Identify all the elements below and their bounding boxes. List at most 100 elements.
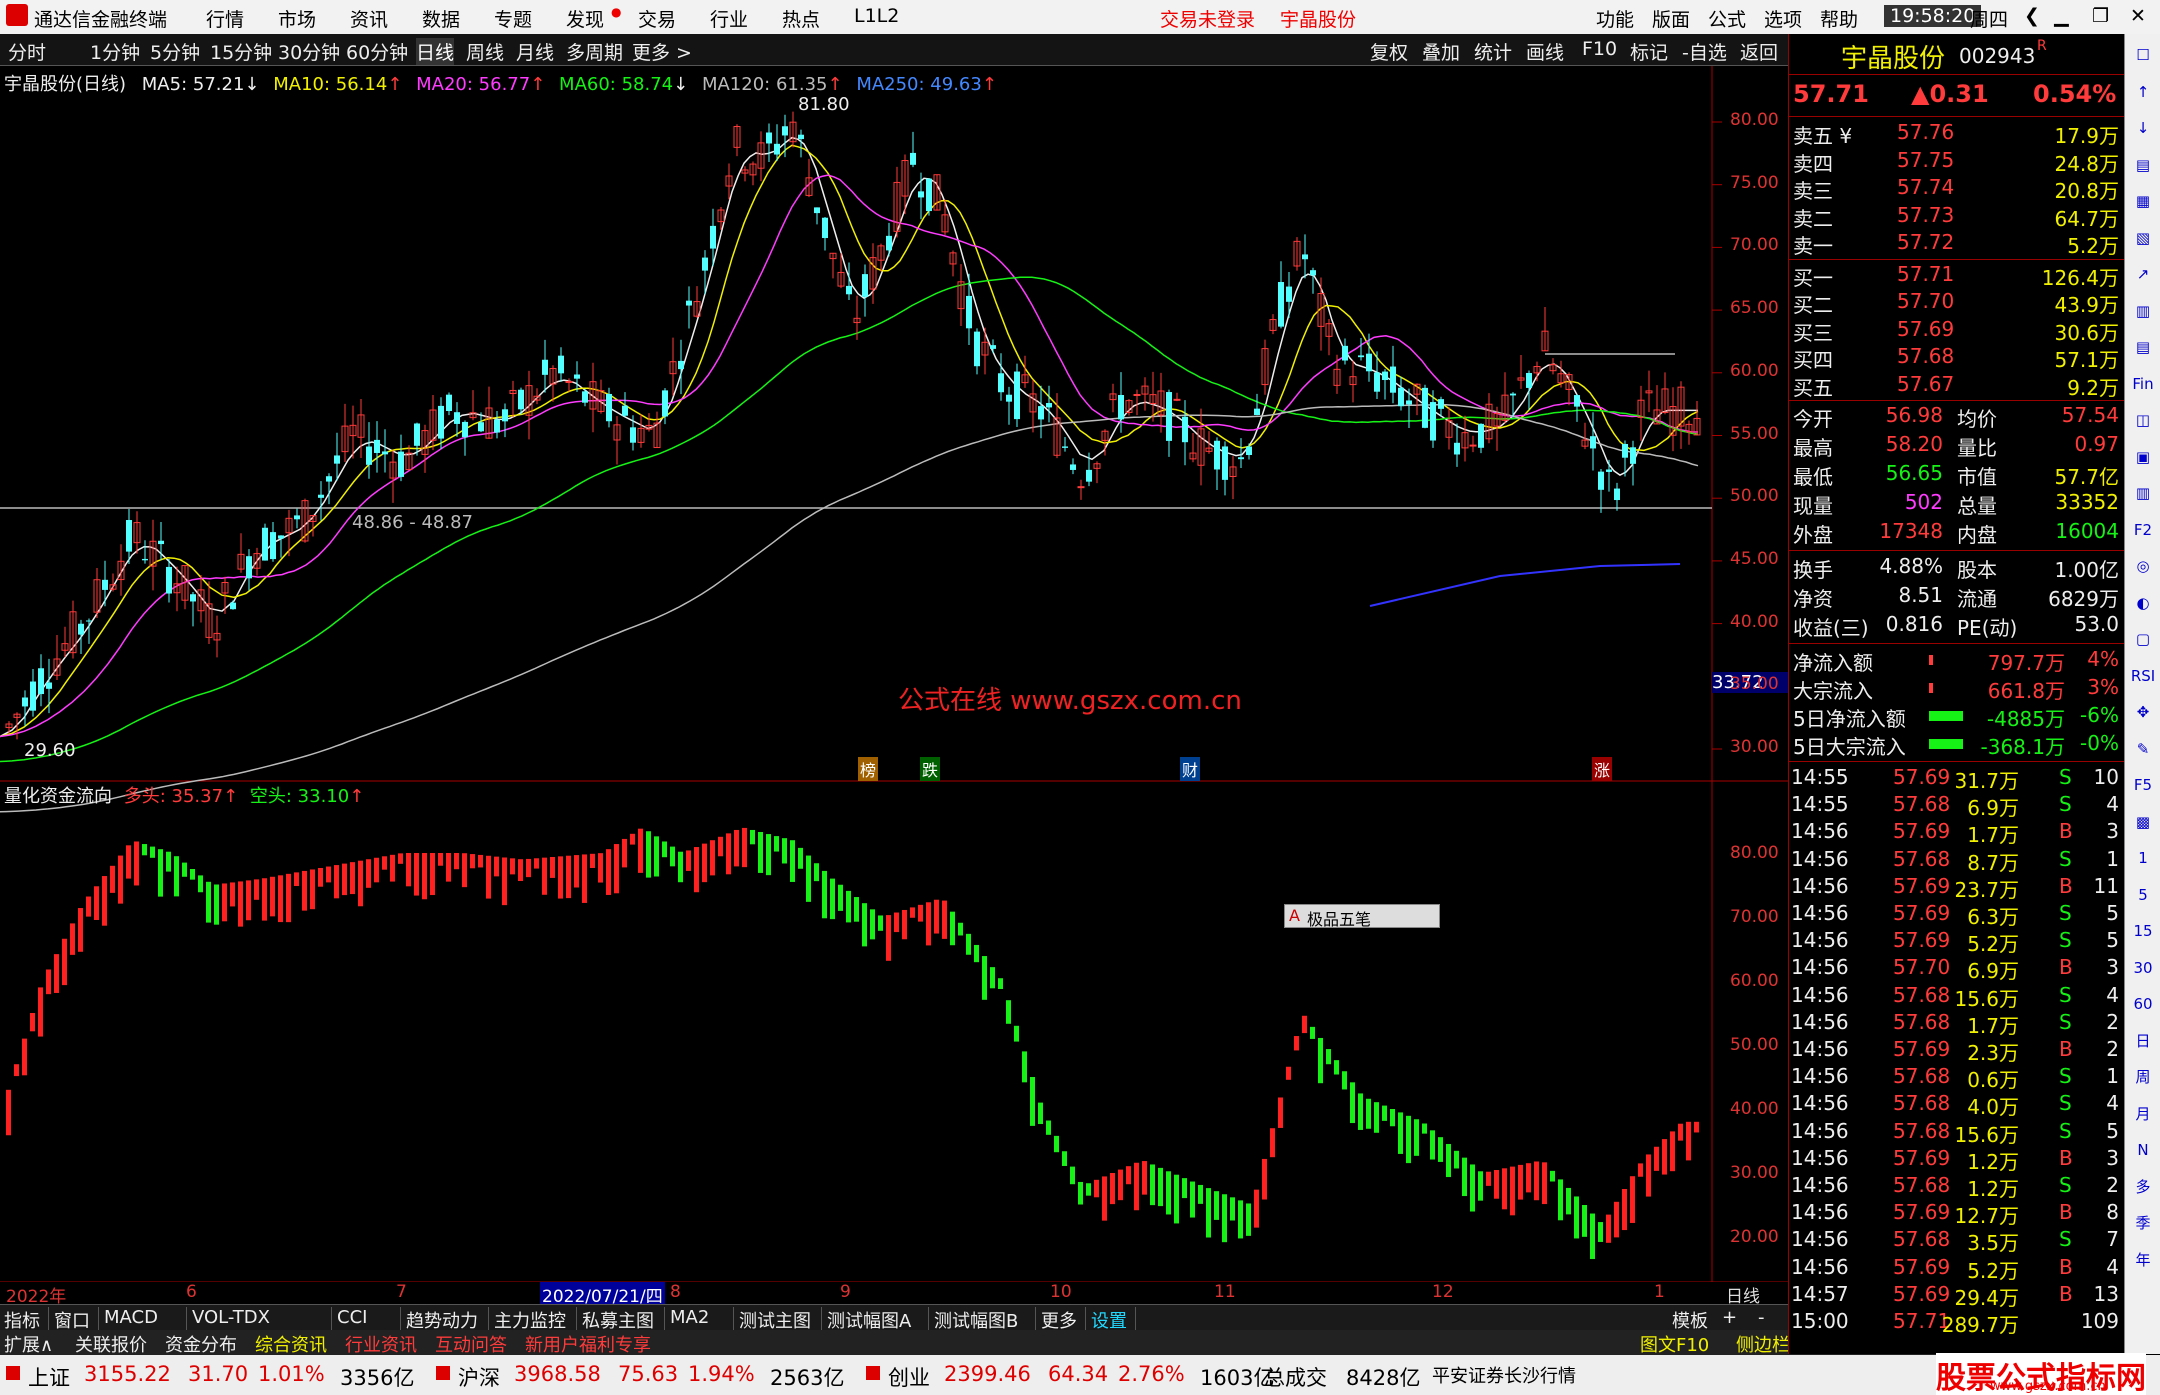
side-tab[interactable]: 图文F10 <box>1640 1331 1709 1357</box>
sidebar-tool-icon[interactable]: ▣ <box>2129 442 2157 472</box>
period-fenshi[interactable]: 分时 <box>8 38 46 65</box>
btn-huaxian[interactable]: 画线 <box>1526 38 1564 65</box>
sidebar-tool-icon[interactable]: 60 <box>2129 989 2157 1019</box>
index-name[interactable]: 沪深 <box>458 1362 500 1392</box>
sidebar-tool-icon[interactable]: Fin <box>2129 369 2157 399</box>
period-month[interactable]: 月线 <box>516 38 554 65</box>
bid-row[interactable]: 买四 57.68 57.1万 <box>1789 344 2125 372</box>
period-15min[interactable]: 15分钟 <box>210 38 272 65</box>
close-icon[interactable]: ✕ <box>2130 5 2146 27</box>
sidebar-tool-icon[interactable]: 年 <box>2129 1245 2157 1275</box>
sidebar-tool-icon[interactable]: N <box>2129 1135 2157 1165</box>
extension-tab[interactable]: 扩展∧ <box>4 1331 53 1357</box>
sidebar-tool-icon[interactable]: 15 <box>2129 916 2157 946</box>
period-week[interactable]: 周线 <box>466 38 504 65</box>
btn-biaoji[interactable]: 标记 <box>1630 38 1668 65</box>
btn-tongji[interactable]: 统计 <box>1474 38 1512 65</box>
event-marker-cai[interactable]: 财 <box>1180 757 1201 781</box>
event-marker-die[interactable]: 跌 <box>920 757 941 781</box>
sidebar-tool-icon[interactable]: ◎ <box>2129 551 2157 581</box>
ask-row[interactable]: 卖二 57.73 64.7万 <box>1789 203 2125 231</box>
bid-row[interactable]: 买二 57.70 43.9万 <box>1789 289 2125 317</box>
btn-fanhui[interactable]: 返回 <box>1740 38 1778 65</box>
menu-gongshi[interactable]: 公式 <box>1708 5 1746 32</box>
menu-hangye[interactable]: 行业 <box>710 5 748 32</box>
menu-redian[interactable]: 热点 <box>782 5 820 32</box>
period-60min[interactable]: 60分钟 <box>346 38 408 65</box>
sidebar-tool-icon[interactable]: ↗ <box>2129 259 2157 289</box>
sidebar-tool-icon[interactable]: ◫ <box>2129 405 2157 435</box>
add-window-button[interactable]: + <box>1722 1307 1737 1328</box>
extension-tab[interactable]: 行业资讯 <box>345 1331 417 1357</box>
sidebar-tool-icon[interactable]: 周 <box>2129 1062 2157 1092</box>
remove-window-button[interactable]: - <box>1758 1307 1765 1328</box>
menu-faxian[interactable]: 发现 <box>566 5 604 32</box>
btn-zixuan[interactable]: -自选 <box>1682 38 1727 65</box>
btn-diejia[interactable]: 叠加 <box>1422 38 1460 65</box>
menu-stock-name[interactable]: 宇晶股份 <box>1280 5 1356 32</box>
sidebar-tool-icon[interactable]: ◐ <box>2129 588 2157 618</box>
sidebar-tool-icon[interactable]: ▤ <box>2129 150 2157 180</box>
period-1min[interactable]: 1分钟 <box>90 38 140 65</box>
period-30min[interactable]: 30分钟 <box>278 38 340 65</box>
sidebar-tool-icon[interactable]: RSI <box>2129 661 2157 691</box>
index-name[interactable]: 创业 <box>888 1362 930 1392</box>
sidebar-tool-icon[interactable]: ▦ <box>2129 186 2157 216</box>
sidebar-tool-icon[interactable]: ✥ <box>2129 697 2157 727</box>
menu-bangzhu[interactable]: 帮助 <box>1820 5 1858 32</box>
bid-row[interactable]: 买三 57.69 30.6万 <box>1789 317 2125 345</box>
ask-row[interactable]: 卖四 57.75 24.8万 <box>1789 148 2125 176</box>
indicator-tab[interactable]: VOL-TDX <box>192 1307 270 1328</box>
sidebar-tool-icon[interactable]: 月 <box>2129 1099 2157 1129</box>
sidebar-tool-icon[interactable]: ↓ <box>2129 113 2157 143</box>
btn-fuquan[interactable]: 复权 <box>1370 38 1408 65</box>
btn-f10[interactable]: F10 <box>1582 38 1617 60</box>
sidebar-tool-icon[interactable]: 日 <box>2129 1026 2157 1056</box>
period-5min[interactable]: 5分钟 <box>150 38 200 65</box>
menu-jiaoyi[interactable]: 交易 <box>638 5 676 32</box>
sidebar-tool-icon[interactable]: ▥ <box>2129 478 2157 508</box>
menu-l1l2[interactable]: L1L2 <box>854 5 899 27</box>
bid-row[interactable]: 买五 57.67 9.2万 <box>1789 372 2125 400</box>
extension-tab[interactable]: 互动问答 <box>435 1331 507 1357</box>
minimize-icon[interactable]: ▁ <box>2054 5 2069 27</box>
indicator-tab[interactable]: CCI <box>337 1307 367 1328</box>
extension-tab[interactable]: 资金分布 <box>165 1331 237 1357</box>
event-marker-bang[interactable]: 榜 <box>858 757 879 781</box>
indicator-name[interactable]: 量化资金流向 <box>4 786 112 807</box>
menu-gongneng[interactable]: 功能 <box>1596 5 1634 32</box>
sidebar-tool-icon[interactable]: 多 <box>2129 1172 2157 1202</box>
login-status[interactable]: 交易未登录 <box>1160 5 1255 32</box>
sidebar-tool-icon[interactable]: F2 <box>2129 515 2157 545</box>
menu-shichang[interactable]: 市场 <box>278 5 316 32</box>
sidebar-tool-icon[interactable]: ▥ <box>2129 296 2157 326</box>
menu-shuju[interactable]: 数据 <box>422 5 460 32</box>
broker-name[interactable]: 平安证券长沙行情 <box>1432 1362 1576 1388</box>
bid-row[interactable]: 买一 57.71 126.4万 <box>1789 262 2125 290</box>
period-more[interactable]: 更多 > <box>632 38 692 65</box>
sidebar-tool-icon[interactable]: ▩ <box>2129 807 2157 837</box>
menu-zixun[interactable]: 资讯 <box>350 5 388 32</box>
sidebar-tool-icon[interactable]: F5 <box>2129 770 2157 800</box>
back-icon[interactable]: ❮ <box>2024 5 2040 27</box>
index-name[interactable]: 上证 <box>28 1362 70 1392</box>
ask-row[interactable]: 卖五 ¥ 57.76 17.9万 <box>1789 120 2125 148</box>
indicator-tab[interactable]: MA2 <box>670 1307 709 1328</box>
kline-chart-area[interactable] <box>0 66 1788 1282</box>
event-marker-zhang[interactable]: 涨 <box>1592 757 1613 781</box>
ask-row[interactable]: 卖一 57.72 5.2万 <box>1789 230 2125 258</box>
sidebar-tool-icon[interactable]: 季 <box>2129 1208 2157 1238</box>
indicator-tab[interactable]: MACD <box>104 1307 158 1328</box>
menu-hangqing[interactable]: 行情 <box>206 5 244 32</box>
period-day[interactable]: 日线 <box>416 38 455 65</box>
sidebar-tool-icon[interactable]: ↑ <box>2129 77 2157 107</box>
sidebar-tool-icon[interactable]: ▢ <box>2129 624 2157 654</box>
menu-xuanxiang[interactable]: 选项 <box>1764 5 1802 32</box>
ask-row[interactable]: 卖三 57.74 20.8万 <box>1789 175 2125 203</box>
menu-zhuanti[interactable]: 专题 <box>494 5 532 32</box>
ime-toolbar[interactable]: A 极品五笔 <box>1284 904 1440 929</box>
sidebar-tool-icon[interactable]: 5 <box>2129 880 2157 910</box>
sidebar-tool-icon[interactable]: 30 <box>2129 953 2157 983</box>
extension-tab[interactable]: 综合资讯 <box>255 1331 327 1357</box>
sidebar-tool-icon[interactable]: ▧ <box>2129 223 2157 253</box>
